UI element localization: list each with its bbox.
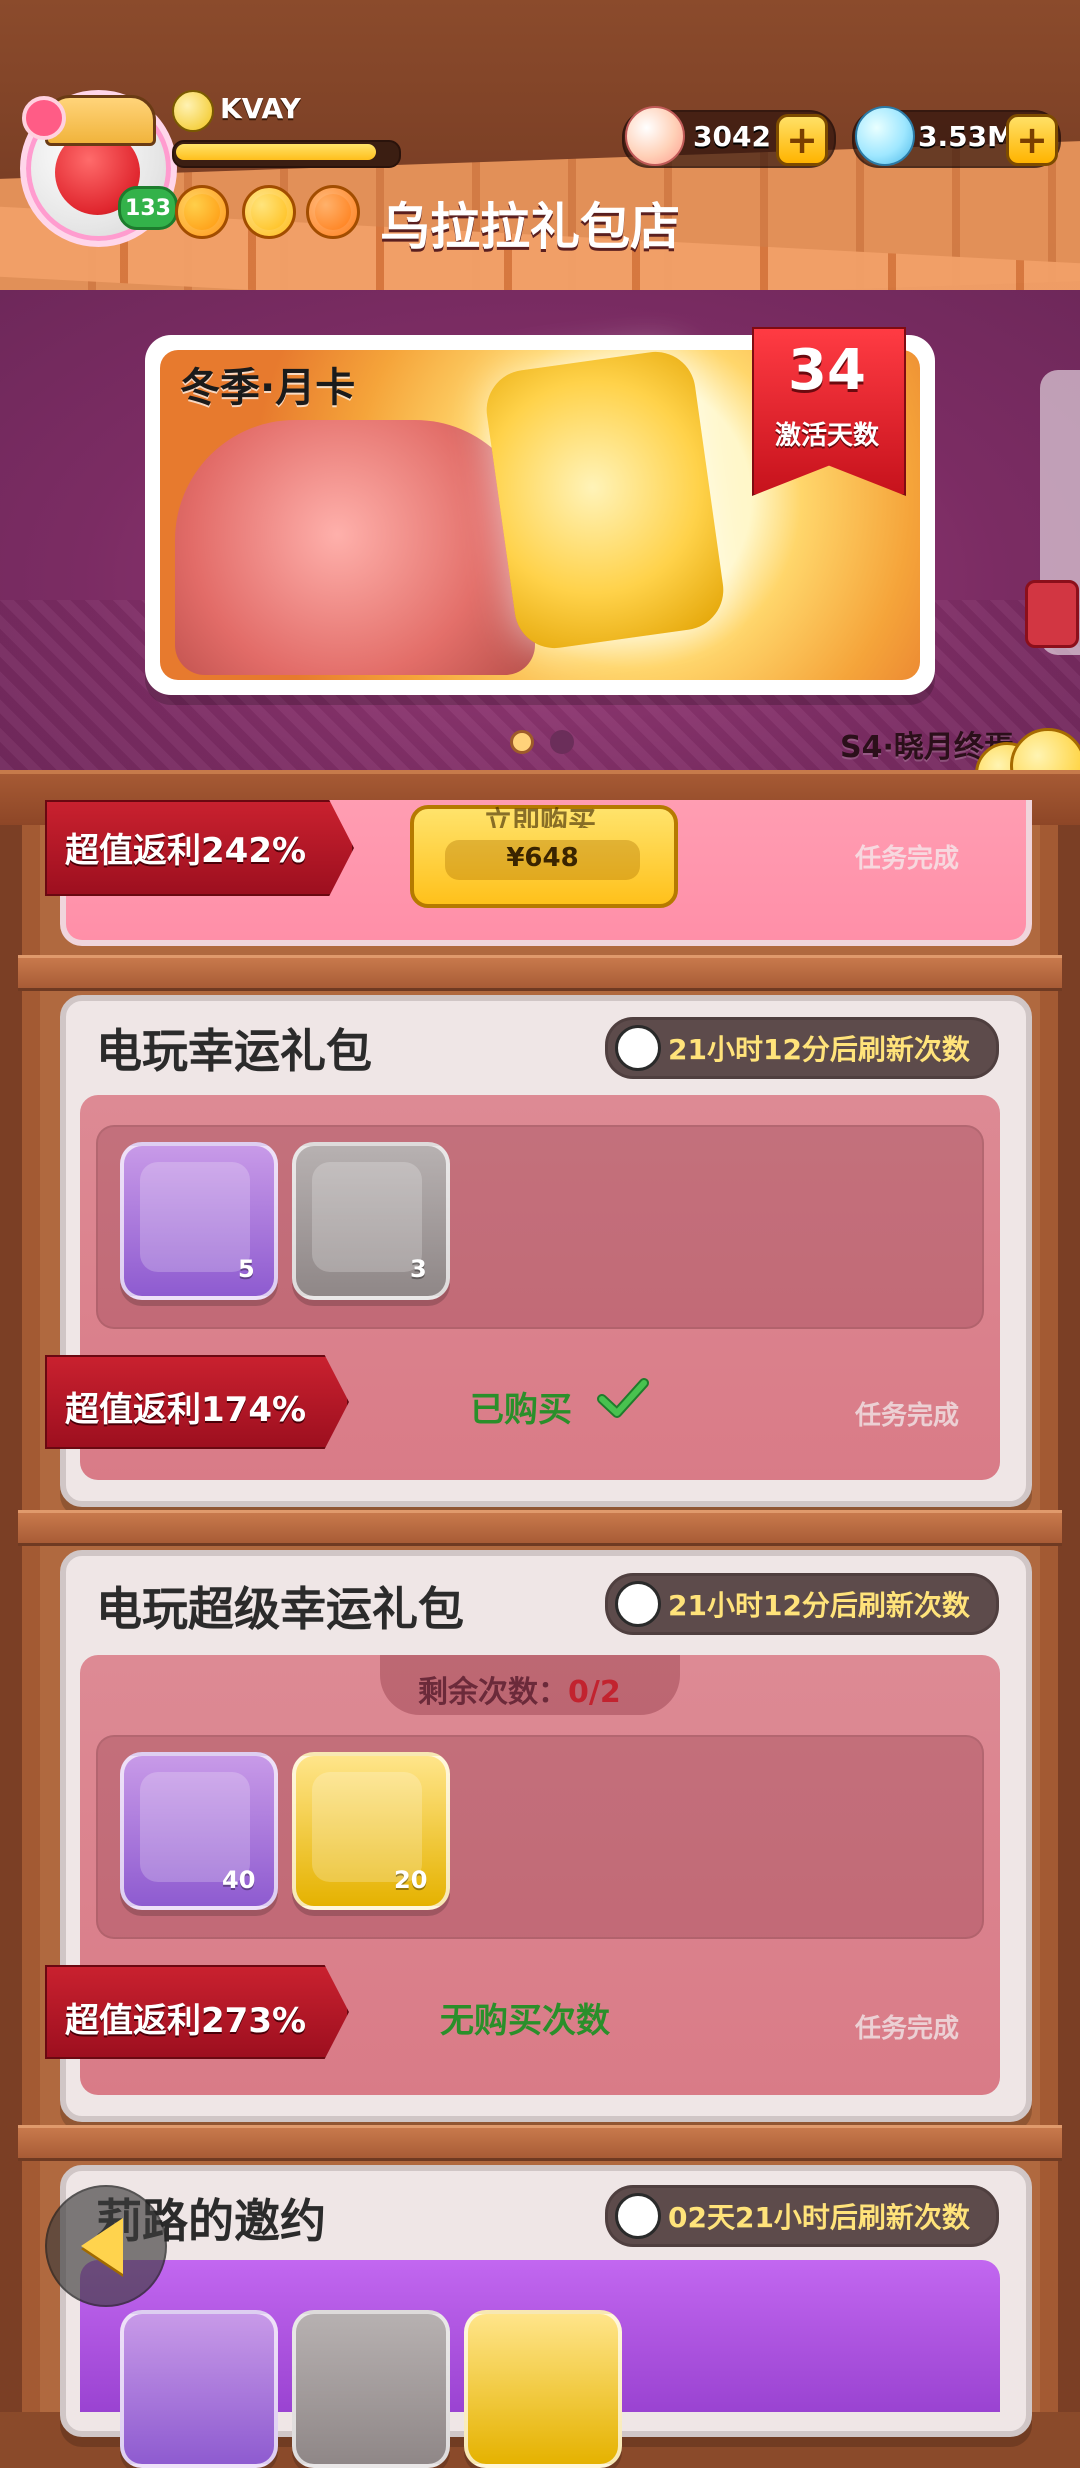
rebate-text: 超值返利174%: [65, 1390, 307, 1430]
carousel-dot-active[interactable]: [510, 730, 534, 754]
reward-count: 40: [222, 1866, 256, 1894]
reward-count: 5: [238, 1255, 255, 1283]
refresh-timer-text: 21小时12分后刷新次数: [668, 1033, 970, 1066]
reward-item-card[interactable]: [292, 2310, 450, 2468]
crystal-amount: 3.53M: [918, 120, 1015, 153]
add-shell-button[interactable]: +: [776, 114, 828, 166]
remaining-label: 剩余次数：0/2: [418, 1667, 621, 1711]
clock-icon: [615, 2193, 661, 2239]
reward-item-skull-token[interactable]: [464, 2310, 622, 2468]
card-title: 电玩超级幸运礼包: [96, 1582, 464, 1636]
rebate-text: 超值返利242%: [65, 831, 307, 871]
crystal-currency-icon: [855, 106, 915, 166]
remaining-label-text: 剩余次数：: [418, 1675, 568, 1710]
task-complete-link[interactable]: 任务完成: [855, 838, 959, 875]
clock-icon: [615, 1581, 661, 1627]
activation-days-label: 激活天数: [774, 421, 879, 451]
remaining-count: 0/2: [568, 1675, 621, 1710]
buy-button-label: 立即购买: [483, 805, 596, 828]
card-title: 电玩幸运礼包: [96, 1024, 372, 1078]
checkmark-icon: [592, 1367, 652, 1427]
refresh-timer-text: 21小时12分后刷新次数: [668, 1589, 970, 1622]
level-badge: 133: [118, 186, 178, 230]
purchase-status: 已购买: [470, 1390, 572, 1430]
carousel-dot[interactable]: [550, 730, 574, 754]
xp-bar-fill: [176, 144, 376, 160]
rebate-text: 超值返利273%: [65, 2001, 307, 2041]
task-complete-link[interactable]: 任务完成: [855, 2008, 959, 2045]
shelf-bar: [18, 2125, 1062, 2161]
plus-icon: +: [1016, 118, 1048, 162]
shell-currency-icon: [625, 106, 685, 166]
shell-amount: 3042: [693, 120, 771, 153]
smile-icon: [172, 90, 214, 132]
activation-days-number: 34: [788, 338, 866, 403]
plus-icon: +: [786, 118, 818, 162]
achievement-icon[interactable]: [306, 185, 360, 239]
shop-title: 乌拉拉礼包店: [380, 198, 680, 256]
next-banner-badge: [1025, 580, 1079, 648]
clock-icon: [615, 1025, 661, 1071]
refresh-timer-text: 02天21小时后刷新次数: [668, 2201, 970, 2234]
price-text: ¥648: [506, 843, 579, 873]
reward-count: 20: [394, 1866, 428, 1894]
add-crystal-button[interactable]: +: [1006, 114, 1058, 166]
reward-count: 3: [410, 1255, 427, 1283]
player-name: KVAY: [220, 92, 301, 125]
scroll-icon: [312, 1162, 422, 1272]
achievement-icon[interactable]: [242, 185, 296, 239]
shelf-bar: [18, 955, 1062, 991]
shelf-bar: [18, 1510, 1062, 1546]
banner-hero-illustration: [175, 420, 535, 675]
back-button[interactable]: [45, 2185, 167, 2307]
flower-icon: [22, 96, 66, 140]
achievement-icon[interactable]: [175, 185, 229, 239]
banner-title: 冬季·月卡: [180, 365, 356, 411]
reward-item-crystal[interactable]: [120, 2310, 278, 2468]
task-complete-link[interactable]: 任务完成: [855, 1395, 959, 1432]
back-arrow-icon: [81, 2218, 123, 2274]
purchase-status: 无购买次数: [440, 2001, 610, 2041]
ufo-card-icon: [140, 1162, 250, 1272]
banner-totem-illustration: [481, 346, 729, 654]
